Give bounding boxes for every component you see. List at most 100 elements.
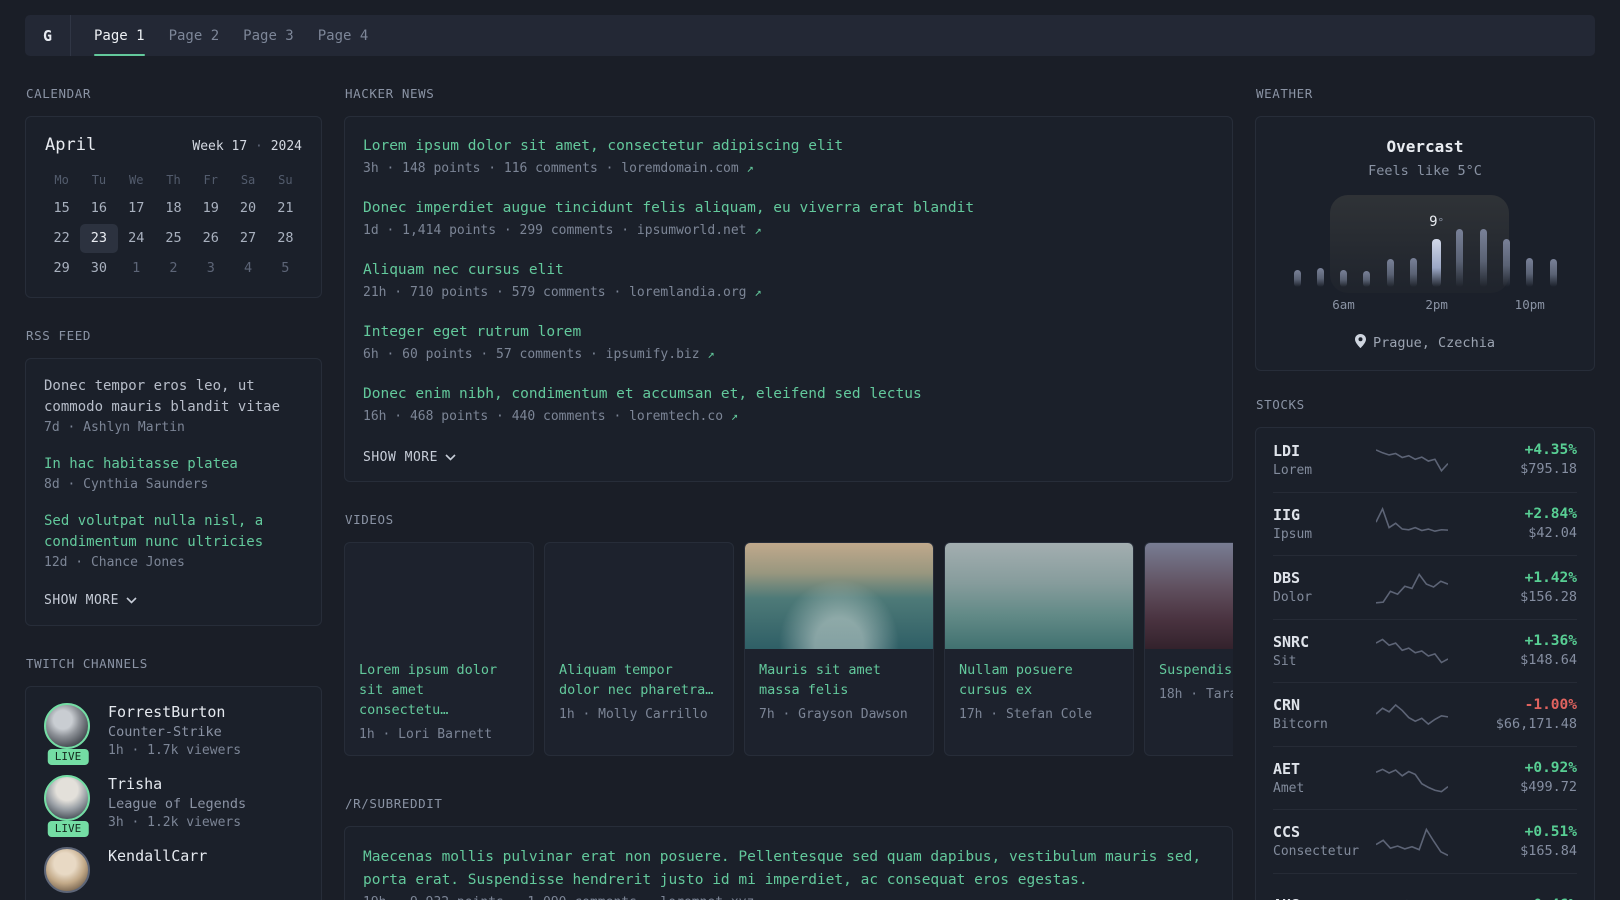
stock-row[interactable]: LDI Lorem +4.35% $795.18 — [1273, 428, 1577, 492]
stock-symbol[interactable]: SNRC — [1273, 633, 1376, 651]
calendar-day[interactable]: 28 — [267, 224, 304, 253]
external-link-icon[interactable]: ↗ — [754, 223, 761, 237]
hn-section-label: HACKER NEWS — [345, 86, 435, 101]
stocks-section-label: STOCKS — [1256, 397, 1305, 412]
stock-sparkline — [1376, 696, 1448, 732]
nav-tab-page-1[interactable]: Page 1 — [94, 15, 145, 56]
nav-tab-page-3[interactable]: Page 3 — [243, 15, 294, 56]
hackernews-item: Donec imperdiet augue tincidunt felis al… — [363, 198, 1214, 238]
calendar-day[interactable]: 3 — [192, 254, 229, 283]
rss-item-title[interactable]: In hac habitasse platea — [44, 454, 303, 475]
calendar-day[interactable]: 19 — [192, 194, 229, 223]
stock-id: DBS Dolor — [1273, 569, 1376, 605]
external-link-icon[interactable]: ↗ — [754, 285, 761, 299]
stock-symbol[interactable]: LDI — [1273, 442, 1376, 460]
hackernews-show-more-button[interactable]: SHOW MORE — [363, 450, 456, 465]
external-link-icon[interactable]: ↗ — [762, 895, 769, 900]
avatar[interactable] — [44, 703, 90, 749]
app-logo[interactable]: G — [25, 15, 71, 56]
video-thumbnail[interactable] — [945, 543, 1133, 649]
subreddit-post: Maecenas mollis pulvinar erat non posuer… — [363, 846, 1214, 900]
hackernews-item-title[interactable]: Aliquam nec cursus elit — [363, 260, 1214, 281]
calendar-day[interactable]: 29 — [43, 254, 80, 283]
middle-column: HACKER NEWS Lorem ipsum dolor sit amet, … — [344, 86, 1233, 900]
calendar-month: April — [45, 135, 97, 155]
video-title[interactable]: Lorem ipsum dolor sit amet consectetu… — [359, 660, 519, 720]
rss-item-title[interactable]: Sed volutpat nulla nisl, a condimentum n… — [44, 511, 303, 553]
video-card: Nullam posuere cursus ex 17h · Stefan Col… — [944, 542, 1134, 756]
twitch-channel-name[interactable]: ForrestBurton — [108, 703, 241, 721]
calendar-day[interactable]: 26 — [192, 224, 229, 253]
video-thumbnail[interactable] — [745, 543, 933, 649]
stock-symbol[interactable]: CRN — [1273, 696, 1376, 714]
calendar-day[interactable]: 5 — [267, 254, 304, 283]
calendar-day[interactable]: 16 — [80, 194, 117, 223]
video-meta: 17h · Stefan Cole — [959, 707, 1093, 722]
nav-tab-page-4[interactable]: Page 4 — [318, 15, 369, 56]
rss-show-more-button[interactable]: SHOW MORE — [44, 593, 137, 608]
hackernews-item-meta: 16h · 468 points · 440 comments · loremt… — [363, 409, 739, 424]
hackernews-item-title[interactable]: Lorem ipsum dolor sit amet, consectetur … — [363, 136, 1214, 157]
stock-values: +0.51% $165.84 — [1448, 824, 1577, 859]
twitch-channel-name[interactable]: KendallCarr — [108, 847, 207, 865]
calendar-day[interactable]: 18 — [155, 194, 192, 223]
calendar-day[interactable]: 24 — [118, 224, 155, 253]
rss-item-meta: 12d · Chance Jones — [44, 555, 185, 570]
calendar-day[interactable]: 20 — [229, 194, 266, 223]
calendar-day-selected[interactable]: 23 — [80, 224, 118, 253]
weather-bar — [1456, 229, 1464, 287]
calendar-day[interactable]: 1 — [118, 254, 155, 283]
hackernews-item-meta: 6h · 60 points · 57 comments · ipsumify.… — [363, 347, 715, 362]
video-thumbnail[interactable] — [545, 543, 733, 649]
twitch-channel-name[interactable]: Trisha — [108, 775, 246, 793]
stock-sparkline — [1376, 633, 1448, 669]
calendar-day[interactable]: 21 — [267, 194, 304, 223]
stock-row[interactable]: AET Amet +0.92% $499.72 — [1273, 745, 1577, 810]
weather-section-label: WEATHER — [1256, 86, 1313, 101]
twitch-channel-meta: 1h · 1.7k viewers — [108, 743, 242, 758]
stock-values: +1.36% $148.64 — [1448, 633, 1577, 668]
calendar-day[interactable]: 27 — [229, 224, 266, 253]
hackernews-item-title[interactable]: Donec imperdiet augue tincidunt felis al… — [363, 198, 1214, 219]
video-thumbnail[interactable] — [1145, 543, 1233, 649]
videos-widget: Lorem ipsum dolor sit amet consectetu… 1h… — [344, 542, 1233, 756]
stock-symbol[interactable]: AHS — [1273, 896, 1376, 900]
rss-item-title[interactable]: Donec tempor eros leo, ut commodo mauris… — [44, 376, 303, 418]
external-link-icon[interactable]: ↗ — [747, 161, 754, 175]
calendar-day[interactable]: 25 — [155, 224, 192, 253]
stock-row[interactable]: AHS+0.46% — [1273, 872, 1577, 900]
nav-tab-page-2[interactable]: Page 2 — [169, 15, 220, 56]
calendar-day[interactable]: 15 — [43, 194, 80, 223]
video-card: Lorem ipsum dolor sit amet consectetu… 1h… — [344, 542, 534, 756]
stock-symbol[interactable]: DBS — [1273, 569, 1376, 587]
external-link-icon[interactable]: ↗ — [731, 409, 738, 423]
external-link-icon[interactable]: ↗ — [707, 347, 714, 361]
video-thumbnail[interactable] — [345, 543, 533, 649]
video-title[interactable]: Suspendisse diam — [1159, 660, 1233, 680]
stock-row[interactable]: SNRC Sit +1.36% $148.64 — [1273, 618, 1577, 683]
stock-symbol[interactable]: CCS — [1273, 823, 1376, 841]
stock-symbol[interactable]: IIG — [1273, 506, 1376, 524]
stock-price: $795.18 — [1520, 461, 1577, 478]
video-title[interactable]: Aliquam tempor dolor nec pharetra… — [559, 660, 719, 700]
avatar[interactable] — [44, 847, 90, 893]
stock-symbol[interactable]: AET — [1273, 760, 1376, 778]
calendar-weekday: Mo — [54, 173, 69, 187]
hackernews-item-title[interactable]: Donec enim nibh, condimentum et accumsan… — [363, 384, 1214, 405]
calendar-day[interactable]: 2 — [155, 254, 192, 283]
calendar-day[interactable]: 30 — [80, 254, 117, 283]
subreddit-post-title[interactable]: Maecenas mollis pulvinar erat non posuer… — [363, 846, 1214, 892]
video-title[interactable]: Mauris sit amet massa felis — [759, 660, 919, 700]
avatar[interactable] — [44, 775, 90, 821]
stock-row[interactable]: IIG Ipsum +2.84% $42.04 — [1273, 491, 1577, 556]
stock-row[interactable]: CRN Bitcorn -1.00% $66,171.48 — [1273, 682, 1577, 746]
stock-row[interactable]: DBS Dolor +1.42% $156.28 — [1273, 555, 1577, 619]
video-card-body: Suspendisse diam 18h · Tara — [1145, 649, 1233, 715]
video-title[interactable]: Nullam posuere cursus ex — [959, 660, 1119, 700]
hackernews-item-title[interactable]: Integer eget rutrum lorem — [363, 322, 1214, 343]
stock-row[interactable]: CCS Consectetur +0.51% $165.84 — [1273, 809, 1577, 873]
calendar-day[interactable]: 17 — [118, 194, 155, 223]
calendar-day[interactable]: 22 — [43, 224, 80, 253]
calendar-day[interactable]: 4 — [229, 254, 266, 283]
rss-item-meta: 7d · Ashlyn Martin — [44, 420, 185, 435]
